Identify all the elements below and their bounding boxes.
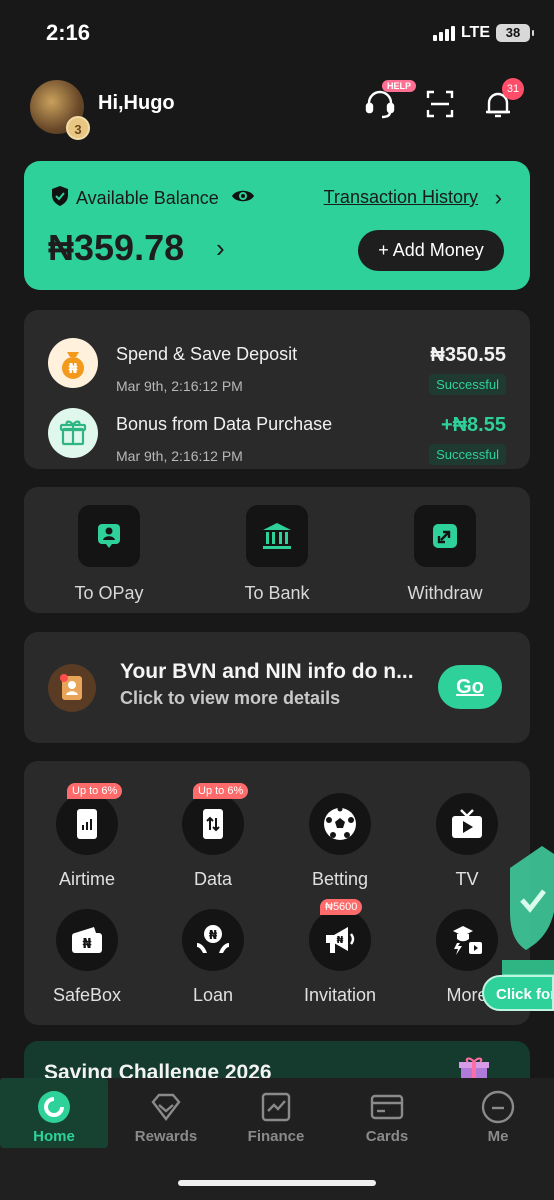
bvn-banner-subtitle: Click to view more details [120, 688, 341, 708]
nav-label: Finance [247, 1128, 305, 1145]
home-icon [37, 1090, 71, 1124]
battery-icon: 38 [496, 24, 534, 42]
tab-cards[interactable]: Cards [333, 1078, 441, 1148]
balance-label: Available Balance [76, 188, 219, 208]
to-bank-button[interactable]: To Bank [217, 505, 337, 604]
chevron-right-icon[interactable]: › [216, 233, 225, 264]
quick-action-label: Withdraw [407, 583, 483, 603]
svg-text:₦: ₦ [209, 928, 218, 942]
services-grid: Up to 6% Airtime Up to 6% Data Betting T… [24, 761, 530, 1025]
tab-finance[interactable]: Finance [222, 1078, 330, 1148]
phone-icon [56, 793, 118, 855]
withdraw-button[interactable]: Withdraw [385, 505, 505, 604]
status-time: 2:16 [46, 20, 91, 45]
bank-icon [246, 505, 308, 567]
avatar[interactable]: 3 [30, 80, 90, 140]
service-label: SafeBox [52, 985, 122, 1005]
card-icon [370, 1090, 404, 1124]
svg-text:₦: ₦ [68, 362, 77, 377]
bvn-nin-banner[interactable]: Your BVN and NIN info do n... Click to v… [24, 632, 530, 743]
transaction-row[interactable]: ₦ Spend & Save Deposit Mar 9th, 2:16:12 … [24, 328, 530, 398]
quick-action-label: To Bank [244, 583, 310, 603]
greeting: Hi,Hugo [98, 92, 175, 114]
network-type: LTE [460, 24, 490, 41]
withdraw-icon [414, 505, 476, 567]
quick-actions: To OPay To Bank Withdraw [24, 487, 530, 613]
data-icon [182, 793, 244, 855]
chevron-right-icon[interactable]: › [495, 185, 502, 211]
service-label: Airtime [58, 869, 115, 889]
home-indicator [178, 1180, 376, 1186]
balance-amount[interactable]: ₦359.78 [48, 227, 184, 269]
tab-rewards[interactable]: Rewards [112, 1078, 220, 1148]
megaphone-icon: ₦ [309, 909, 371, 971]
promo-button[interactable]: Click for [482, 975, 554, 1011]
money-bag-icon: ₦ [48, 338, 98, 388]
tab-me[interactable]: Me [444, 1078, 552, 1148]
quick-action-label: To OPay [74, 583, 144, 603]
help-tag: HELP [382, 80, 417, 92]
transaction-history-link[interactable]: Transaction History [324, 187, 478, 208]
transaction-row[interactable]: Bonus from Data Purchase Mar 9th, 2:16:1… [24, 398, 530, 468]
service-label: Betting [311, 869, 369, 889]
signal-icon [432, 25, 455, 41]
transaction-amount: ₦350.55 [430, 344, 506, 366]
nav-label: Me [487, 1128, 509, 1145]
transaction-date: Mar 9th, 2:16:12 PM [116, 448, 243, 464]
wallet-icon: ₦ [56, 909, 118, 971]
tab-home[interactable]: Home [0, 1078, 108, 1148]
svg-text:₦: ₦ [82, 937, 91, 952]
tv-icon [436, 793, 498, 855]
status-badge: Successful [429, 444, 506, 465]
balance-label-row: Available Balance [50, 185, 255, 212]
status-indicators: LTE 38 [432, 24, 534, 42]
promo-badge: Up to 6% [67, 783, 123, 799]
shield-check-icon [50, 185, 70, 212]
nav-label: Home [33, 1128, 75, 1145]
bell-icon[interactable]: 31 [480, 78, 524, 122]
go-button[interactable]: Go [438, 665, 502, 709]
scan-icon[interactable] [422, 86, 458, 122]
service-label: Data [193, 869, 233, 889]
profile-icon [481, 1090, 515, 1124]
balance-card: Available Balance Transaction History › … [24, 161, 530, 290]
recent-transactions: ₦ Spend & Save Deposit Mar 9th, 2:16:12 … [24, 310, 530, 469]
service-safebox[interactable]: ₦ SafeBox [37, 909, 137, 1006]
level-badge: 3 [66, 116, 90, 140]
transaction-date: Mar 9th, 2:16:12 PM [116, 378, 243, 394]
more-icon [436, 909, 498, 971]
loan-icon: ₦ [182, 909, 244, 971]
nav-label: Rewards [134, 1128, 198, 1145]
bvn-banner-title: Your BVN and NIN info do n... [120, 660, 414, 683]
opay-contact-icon [78, 505, 140, 567]
promo-badge: ₦5600 [320, 899, 363, 915]
id-card-icon [48, 664, 96, 712]
svg-text:₦: ₦ [337, 935, 344, 946]
support-headset-icon[interactable]: HELP [362, 80, 417, 122]
eye-icon[interactable] [231, 187, 255, 210]
finance-icon [259, 1090, 293, 1124]
service-label: Invitation [303, 985, 377, 1005]
to-opay-button[interactable]: To OPay [49, 505, 169, 604]
rewards-icon [149, 1090, 183, 1124]
service-betting[interactable]: Betting [290, 793, 390, 890]
notification-count: 31 [502, 78, 524, 100]
transaction-amount: +₦8.55 [440, 414, 506, 436]
nav-label: Cards [365, 1128, 409, 1145]
service-invitation[interactable]: ₦ ₦5600 Invitation [290, 899, 390, 1006]
add-money-button[interactable]: + Add Money [358, 230, 504, 271]
service-data[interactable]: Up to 6% Data [163, 783, 263, 890]
transaction-title: Bonus from Data Purchase [116, 414, 333, 434]
home-header: 3 Hi,Hugo HELP 31 [28, 76, 528, 140]
service-label: Loan [192, 985, 234, 1005]
promo-badge: Up to 6% [193, 783, 249, 799]
soccer-ball-icon [309, 793, 371, 855]
service-loan[interactable]: ₦ Loan [163, 909, 263, 1006]
transaction-title: Spend & Save Deposit [116, 344, 298, 364]
status-badge: Successful [429, 374, 506, 395]
gift-icon [48, 408, 98, 458]
status-bar: 2:16 LTE 38 [0, 0, 554, 66]
service-airtime[interactable]: Up to 6% Airtime [37, 783, 137, 890]
